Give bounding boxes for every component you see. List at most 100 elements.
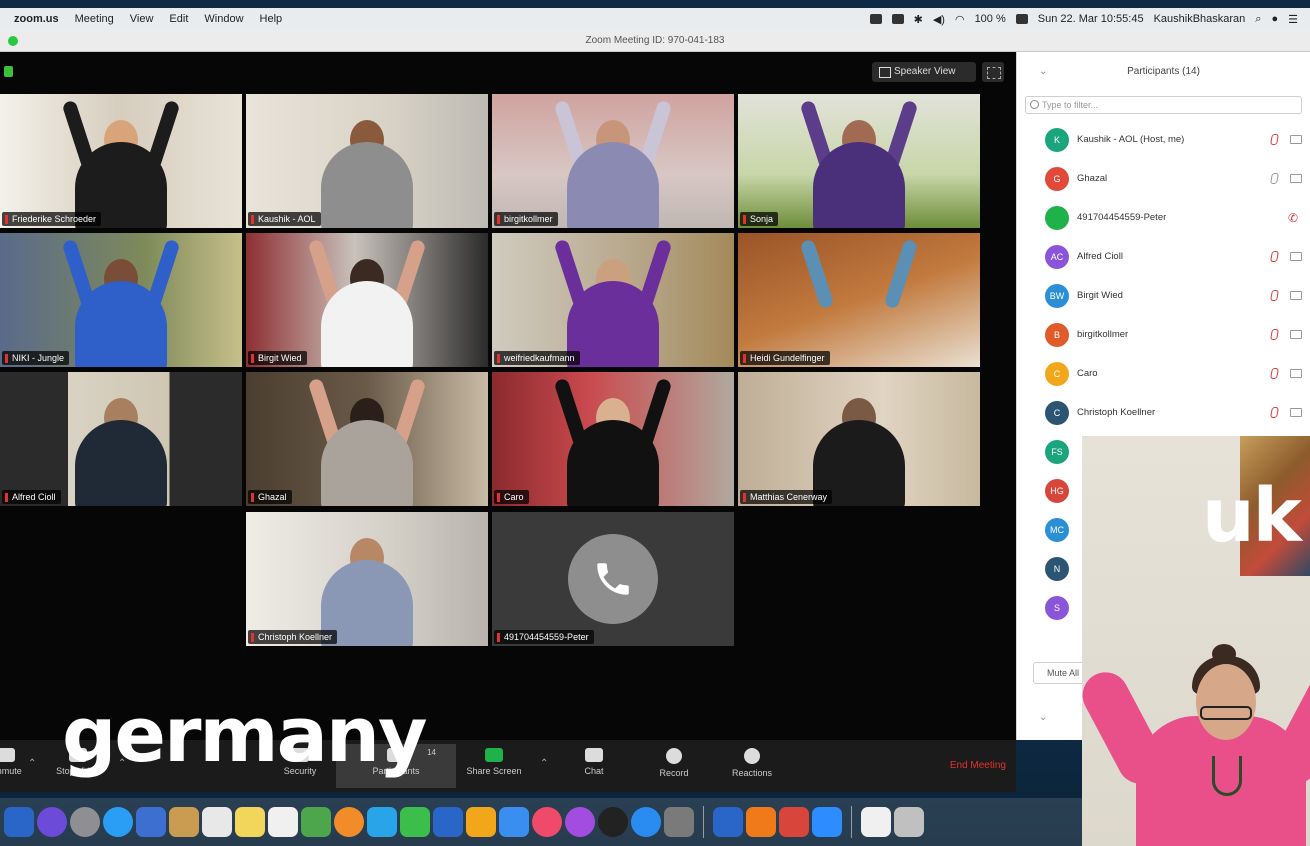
dock-app-icon[interactable] [499, 807, 529, 837]
wifi-icon[interactable]: ◠ [955, 13, 965, 26]
battery-icon[interactable] [1015, 14, 1028, 24]
participant-row[interactable]: C Christoph Koellner [1017, 393, 1310, 432]
avatar: MC [1045, 517, 1069, 542]
dock-app-icon[interactable] [598, 807, 628, 837]
menu-view[interactable]: View [130, 13, 154, 25]
dock-app-icon[interactable] [532, 807, 562, 837]
dock-app-icon[interactable] [565, 807, 595, 837]
dock-app-icon[interactable] [664, 807, 694, 837]
volume-icon[interactable]: ◀) [933, 13, 945, 26]
participant-name: Alfred Cioll [1077, 251, 1123, 262]
chat-button[interactable]: Chat [558, 744, 630, 788]
participant-row[interactable]: 491704454559-Peter ✆ [1017, 198, 1310, 237]
window-title: Zoom Meeting ID: 970-041-183 [585, 35, 725, 46]
speaker-view-button[interactable]: Speaker View [872, 62, 976, 82]
avatar: C [1045, 400, 1069, 425]
dock-app-icon[interactable] [433, 807, 463, 837]
dock-app-icon[interactable] [400, 807, 430, 837]
participant-row[interactable]: Bbirgitkollmer [1017, 315, 1310, 354]
window-zoom-button[interactable] [8, 36, 18, 46]
video-tile[interactable]: Kaushik - AOL [246, 94, 488, 228]
share-screen-icon [485, 748, 503, 762]
menubar-status: ✱ ◀) ◠ 100 % Sun 22. Mar 10:55:45 Kaushi… [869, 13, 1310, 26]
menu-meeting[interactable]: Meeting [75, 13, 114, 25]
avatar: B [1045, 322, 1069, 347]
participant-row[interactable]: BW Birgit Wied [1017, 276, 1310, 315]
video-camera-icon [1290, 330, 1302, 339]
window-titlebar: Zoom Meeting ID: 970-041-183 [0, 30, 1310, 52]
dock-app-icon[interactable] [301, 807, 331, 837]
participant-name: Birgit Wied [1077, 290, 1123, 301]
dock-app-icon[interactable] [169, 807, 199, 837]
video-tile[interactable]: Birgit Wied [246, 233, 488, 367]
microphone-muted-icon [1270, 407, 1279, 418]
cloud-icon[interactable] [891, 14, 904, 24]
video-tile-phone[interactable]: 491704454559-Peter [492, 512, 734, 646]
user-name[interactable]: KaushikBhaskaran [1154, 13, 1246, 25]
dock-app-icon[interactable] [812, 807, 842, 837]
avatar: N [1045, 556, 1069, 581]
collapse-panel-chevron-icon[interactable]: ⌄ [1039, 52, 1047, 92]
dock-app-icon[interactable] [894, 807, 924, 837]
spotlight-search-icon[interactable]: ⌕ [1255, 13, 1261, 26]
dock-app-icon[interactable] [70, 807, 100, 837]
end-meeting-button[interactable]: End Meeting [950, 760, 1006, 771]
menu-help[interactable]: Help [260, 13, 283, 25]
participant-row[interactable]: C Caro [1017, 354, 1310, 393]
dock-app-icon[interactable] [136, 807, 166, 837]
menu-edit[interactable]: Edit [169, 13, 188, 25]
dock-app-icon[interactable] [746, 807, 776, 837]
notification-center-icon[interactable]: ☰ [1288, 13, 1298, 26]
encryption-lock-icon[interactable] [4, 66, 13, 77]
video-camera-icon [1290, 408, 1302, 417]
video-tile-active-speaker[interactable]: Ghazal [246, 372, 488, 506]
video-tile[interactable]: Sonja [738, 94, 980, 228]
menu-app-name[interactable]: zoom.us [14, 13, 59, 25]
dock-app-icon[interactable] [334, 807, 364, 837]
video-tile[interactable]: weifriedkaufmann [492, 233, 734, 367]
microphone-muted-icon [1270, 290, 1279, 301]
video-tile[interactable]: Matthias Cenerway [738, 372, 980, 506]
video-tile[interactable]: Friederike Schroeder [0, 94, 242, 228]
dock-app-icon[interactable] [367, 807, 397, 837]
participant-filter-input[interactable]: Type to filter... [1025, 96, 1302, 114]
dock-app-icon[interactable] [4, 807, 34, 837]
reactions-button[interactable]: Reactions [716, 744, 788, 788]
dock-app-icon[interactable] [103, 807, 133, 837]
dock-app-icon[interactable] [466, 807, 496, 837]
fullscreen-button[interactable] [982, 62, 1004, 82]
dock-app-icon[interactable] [861, 807, 891, 837]
share-screen-button[interactable]: Share Screen [458, 744, 530, 788]
microphone-muted-icon [1270, 329, 1279, 340]
participant-row[interactable]: K Kaushik - AOL (Host, me) [1017, 120, 1310, 159]
participant-row[interactable]: AC Alfred Cioll [1017, 237, 1310, 276]
participant-name-label: Alfred Cioll [2, 490, 61, 504]
menu-window[interactable]: Window [204, 13, 243, 25]
video-tile[interactable]: Alfred Cioll [0, 372, 242, 506]
dock-app-icon[interactable] [37, 807, 67, 837]
dock-app-icon[interactable] [779, 807, 809, 837]
more-options-chevron-icon[interactable]: ⌄ [1039, 712, 1047, 723]
bluetooth-icon[interactable]: ✱ [914, 13, 923, 26]
participant-row[interactable]: G Ghazal [1017, 159, 1310, 198]
siri-icon[interactable]: ● [1271, 13, 1278, 25]
microphone-icon [1270, 173, 1279, 184]
clock[interactable]: Sun 22. Mar 10:55:45 [1038, 13, 1144, 25]
video-tile[interactable]: Christoph Koellner [246, 512, 488, 646]
reactions-smiley-icon [744, 748, 760, 764]
screen-record-icon[interactable] [869, 14, 882, 24]
audio-options-chevron[interactable]: ⌃ [28, 758, 38, 769]
dock-app-icon[interactable] [268, 807, 298, 837]
share-options-chevron[interactable]: ⌃ [540, 758, 550, 769]
dock-app-icon[interactable] [202, 807, 232, 837]
video-tile[interactable]: NIKI - Jungle [0, 233, 242, 367]
phone-muted-icon: ✆ [1287, 211, 1298, 225]
dock-app-icon[interactable] [713, 807, 743, 837]
video-tile[interactable]: Caro [492, 372, 734, 506]
video-tile[interactable]: Heidi Gundelfinger [738, 233, 980, 367]
record-button[interactable]: Record [638, 744, 710, 788]
participant-name-label: weifriedkaufmann [494, 351, 580, 365]
dock-app-icon[interactable] [631, 807, 661, 837]
video-tile[interactable]: birgitkollmer [492, 94, 734, 228]
dock-app-icon[interactable] [235, 807, 265, 837]
